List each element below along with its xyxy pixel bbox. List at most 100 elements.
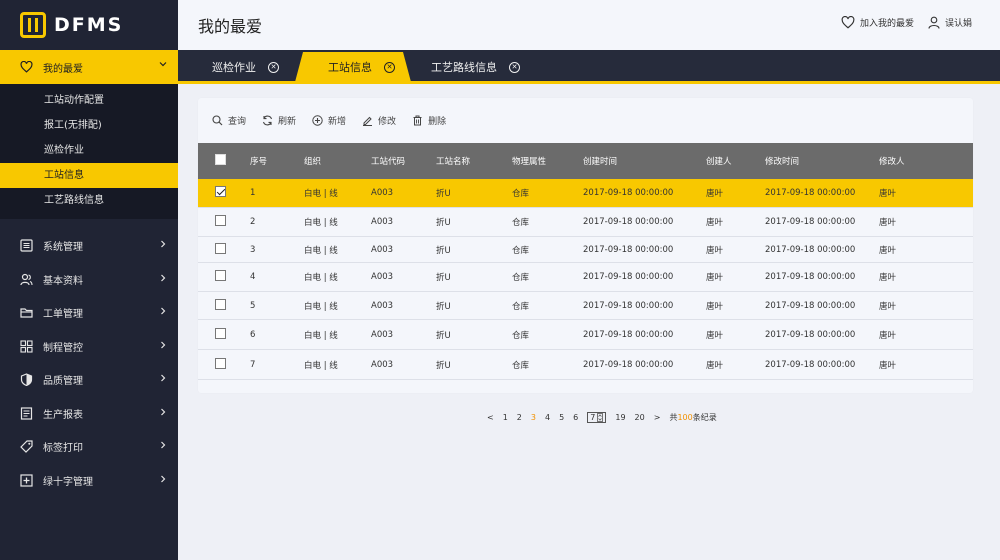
submenu-item-inspection[interactable]: 巡检作业 — [0, 138, 178, 163]
user-icon — [928, 16, 940, 29]
page-jump-select[interactable]: 7 — [587, 412, 607, 423]
report-icon — [20, 407, 33, 420]
pencil-icon — [363, 116, 373, 126]
select-all-checkbox[interactable] — [215, 154, 226, 165]
row-checkbox-cell — [198, 298, 250, 313]
sidebar-item-label: 品质管理 — [43, 376, 83, 388]
chevron-right-icon — [161, 274, 166, 281]
column-header[interactable]: 创建时间 — [583, 155, 706, 167]
table-cell: 白电 | 线 — [304, 218, 338, 228]
sidebar-item-basic-data[interactable]: 基本资料 — [0, 263, 178, 297]
table-cell: 白电 | 线 — [304, 360, 338, 371]
sidebar-item-system[interactable]: 系统管理 — [0, 229, 178, 263]
row-checkbox[interactable] — [215, 186, 226, 197]
table-row[interactable]: 7 白电 | 线 A003 折U 仓库 2017-09-18 00:00:00 唐叶 2017… — [198, 350, 973, 380]
page-link[interactable]: 2 — [517, 413, 522, 422]
table-row[interactable]: 1 白电 | 线 A003 折U 仓库 2017-09-18 00:00:00 唐叶 2017… — [198, 179, 973, 208]
table-cell: 唐叶 — [879, 273, 897, 283]
table-cell: 唐叶 — [706, 301, 724, 312]
tab-station-info[interactable]: 工站信息 ✕ — [295, 52, 411, 82]
table-cell: 2017-09-18 00:00:00 — [765, 359, 856, 370]
row-checkbox[interactable] — [215, 242, 226, 254]
page-link[interactable]: 4 — [545, 413, 550, 422]
user-menu[interactable]: 误认娟 — [928, 16, 972, 29]
column-header[interactable]: 修改时间 — [765, 155, 879, 167]
table-cell: 2017-09-18 00:00:00 — [765, 217, 856, 227]
table-cell: 折U — [436, 273, 451, 283]
plus-box-icon — [20, 474, 33, 487]
submenu-item-station-action-config[interactable]: 工站动作配置 — [0, 88, 178, 113]
page-link[interactable]: 19 — [615, 413, 625, 422]
row-checkbox[interactable] — [215, 357, 226, 369]
add-button[interactable]: 新增 — [312, 114, 346, 127]
total-count: 100 — [677, 413, 693, 422]
table-cell: 仓库 — [512, 330, 530, 341]
sidebar-item-green-cross[interactable]: 绿十字管理 — [0, 464, 178, 498]
table-cell: 唐叶 — [879, 360, 897, 371]
prev-page-button[interactable]: < — [487, 413, 494, 422]
close-icon[interactable]: ✕ — [509, 61, 520, 73]
header-actions: 加入我的最爱 误认娟 — [841, 16, 972, 29]
table-cell: 3 — [250, 244, 256, 255]
table-row[interactable]: 2 白电 | 线 A003 折U 仓库 2017-09-18 00:00:00 唐叶 2017… — [198, 208, 973, 237]
submenu-item-station-info[interactable]: 工站信息 — [0, 163, 178, 188]
row-checkbox[interactable] — [215, 298, 226, 310]
heart-icon — [841, 16, 855, 29]
sidebar-item-quality[interactable]: 品质管理 — [0, 363, 178, 397]
refresh-button[interactable]: 刷新 — [262, 114, 296, 127]
sidebar-item-label: 生产报表 — [43, 409, 83, 421]
sidebar-item-label-print[interactable]: 标签打印 — [0, 430, 178, 464]
next-page-button[interactable]: > — [654, 413, 661, 422]
page-link[interactable]: 1 — [503, 413, 508, 422]
table-cell: 仓库 — [512, 189, 530, 199]
tab-inspection[interactable]: 巡检作业 ✕ — [212, 52, 279, 82]
column-header[interactable]: 工站代码 — [371, 155, 436, 167]
sidebar-item-label: 绿十字管理 — [43, 476, 93, 488]
sidebar-item-process-control[interactable]: 制程管控 — [0, 330, 178, 364]
column-header[interactable]: 物理属性 — [512, 155, 583, 167]
column-header[interactable]: 组织 — [304, 155, 371, 167]
table-cell: 唐叶 — [706, 218, 724, 228]
row-checkbox[interactable] — [215, 270, 226, 281]
table-cell: 折U — [436, 189, 451, 199]
logo[interactable]: DFMS — [0, 0, 178, 50]
pagination: < 1 2 3 4 5 6 7 19 20 > 共100条纪录 — [487, 412, 717, 423]
sidebar-item-favorites[interactable]: 我的最爱 — [0, 50, 178, 84]
column-header[interactable]: 修改人 — [879, 155, 939, 167]
column-header[interactable]: 创建人 — [706, 155, 765, 167]
page-link[interactable]: 20 — [635, 413, 645, 422]
table-cell: 5 — [250, 300, 256, 311]
submenu-item-report-work[interactable]: 报工(无排配) — [0, 113, 178, 138]
table-row[interactable]: 3 白电 | 线 A003 折U 仓库 2017-09-18 00:00:00 唐叶 2017… — [198, 237, 973, 263]
toolbar: 查询 刷新 新增 修改 删除 — [212, 114, 446, 127]
page-jump-value: 7 — [590, 413, 596, 422]
edit-button[interactable]: 修改 — [362, 114, 396, 127]
page-link-current[interactable]: 3 — [531, 413, 536, 422]
table-cell: 白电 | 线 — [304, 301, 338, 312]
top-header: 我的最爱 加入我的最爱 误认娟 — [178, 0, 1000, 50]
submenu-item-process-route[interactable]: 工艺路线信息 — [0, 188, 178, 213]
tab-process-route[interactable]: 工艺路线信息 ✕ — [431, 52, 520, 82]
column-header[interactable]: 工站名称 — [436, 155, 512, 167]
table-cell: 2017-09-18 00:00:00 — [583, 329, 674, 340]
sidebar-item-production-report[interactable]: 生产报表 — [0, 397, 178, 431]
close-icon[interactable]: ✕ — [268, 61, 279, 73]
table-cell: 白电 | 线 — [304, 245, 338, 256]
close-icon[interactable]: ✕ — [384, 62, 395, 73]
page-link[interactable]: 5 — [559, 413, 564, 422]
add-favorite-button[interactable]: 加入我的最爱 — [841, 16, 914, 29]
column-header[interactable]: 序号 — [250, 155, 304, 167]
delete-button[interactable]: 删除 — [412, 114, 446, 127]
table-cell: 2017-09-18 00:00:00 — [765, 329, 856, 340]
table-row[interactable]: 6 白电 | 线 A003 折U 仓库 2017-09-18 00:00:00 唐叶 2017… — [198, 320, 973, 350]
table-cell: A003 — [371, 329, 394, 340]
query-button[interactable]: 查询 — [212, 114, 246, 127]
row-checkbox[interactable] — [215, 215, 226, 226]
sidebar-item-work-orders[interactable]: 工单管理 — [0, 296, 178, 330]
table-cell: 2017-09-18 00:00:00 — [583, 359, 674, 370]
row-checkbox[interactable] — [215, 327, 226, 339]
table-row[interactable]: 4 白电 | 线 A003 折U 仓库 2017-09-18 00:00:00 唐叶 2017… — [198, 263, 973, 292]
search-icon — [212, 115, 223, 126]
table-row[interactable]: 5 白电 | 线 A003 折U 仓库 2017-09-18 00:00:00 唐叶 2017… — [198, 292, 973, 320]
page-link[interactable]: 6 — [573, 413, 578, 422]
